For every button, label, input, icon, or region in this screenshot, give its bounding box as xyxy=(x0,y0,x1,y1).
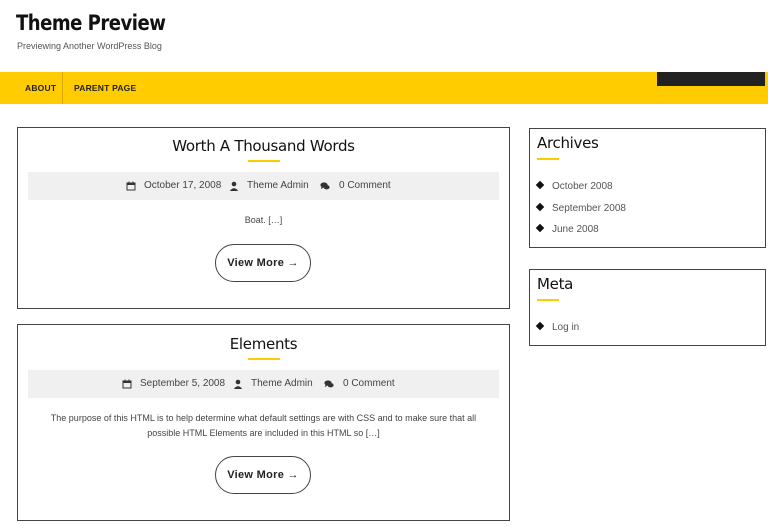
title-underline xyxy=(248,160,280,162)
widget-title: Archives xyxy=(537,134,599,152)
title-underline xyxy=(537,299,559,301)
diamond-icon xyxy=(535,180,545,190)
post-date[interactable]: October 17, 2008 xyxy=(144,172,221,200)
meta-link-login[interactable]: Log in xyxy=(535,321,579,335)
title-underline xyxy=(248,358,280,360)
post-meta: October 17, 2008 Theme Admin 0 Comment xyxy=(28,172,499,200)
comments-icon xyxy=(320,182,330,190)
post-comments[interactable]: 0 Comment xyxy=(343,370,395,398)
nav-item-parent-page[interactable]: PARENT PAGE xyxy=(74,72,136,104)
post-excerpt: Boat. […] xyxy=(244,215,283,225)
main-navigation: ABOUT PARENT PAGE xyxy=(0,72,768,104)
comments-icon xyxy=(324,380,334,388)
search-box[interactable] xyxy=(657,72,765,86)
post-title[interactable]: Worth A Thousand Words xyxy=(18,137,509,155)
post-author[interactable]: Theme Admin xyxy=(251,370,313,398)
post-title[interactable]: Elements xyxy=(18,335,509,353)
post-date[interactable]: September 5, 2008 xyxy=(140,370,225,398)
user-icon xyxy=(229,181,239,191)
calendar-icon xyxy=(126,181,136,191)
archive-link[interactable]: June 2008 xyxy=(535,223,599,237)
calendar-icon xyxy=(122,379,132,389)
post-card: Elements September 5, 2008 Theme Admin 0… xyxy=(17,324,510,521)
diamond-icon xyxy=(535,202,545,212)
post-author[interactable]: Theme Admin xyxy=(247,172,309,200)
archives-widget: Archives October 2008 September 2008 Jun… xyxy=(529,128,766,248)
site-description: Previewing Another WordPress Blog xyxy=(17,41,162,51)
post-card: Worth A Thousand Words October 17, 2008 … xyxy=(17,127,510,309)
site-title[interactable]: Theme Preview xyxy=(16,11,166,35)
nav-item-about[interactable]: ABOUT xyxy=(25,72,56,104)
site-header: Theme Preview Previewing Another WordPre… xyxy=(0,0,768,72)
diamond-icon xyxy=(535,321,545,331)
diamond-icon xyxy=(535,223,545,233)
widget-title: Meta xyxy=(537,275,574,293)
title-underline xyxy=(537,158,559,160)
post-excerpt: The purpose of this HTML is to help dete… xyxy=(50,413,477,438)
archive-link[interactable]: September 2008 xyxy=(535,202,626,216)
post-comments[interactable]: 0 Comment xyxy=(339,172,391,200)
archive-link[interactable]: October 2008 xyxy=(535,180,613,194)
nav-divider xyxy=(62,72,63,104)
meta-widget: Meta Log in xyxy=(529,269,766,346)
view-more-button[interactable]: View More → xyxy=(215,456,311,494)
view-more-button[interactable]: View More → xyxy=(215,244,311,282)
post-meta: September 5, 2008 Theme Admin 0 Comment xyxy=(28,370,499,398)
user-icon xyxy=(233,379,243,389)
